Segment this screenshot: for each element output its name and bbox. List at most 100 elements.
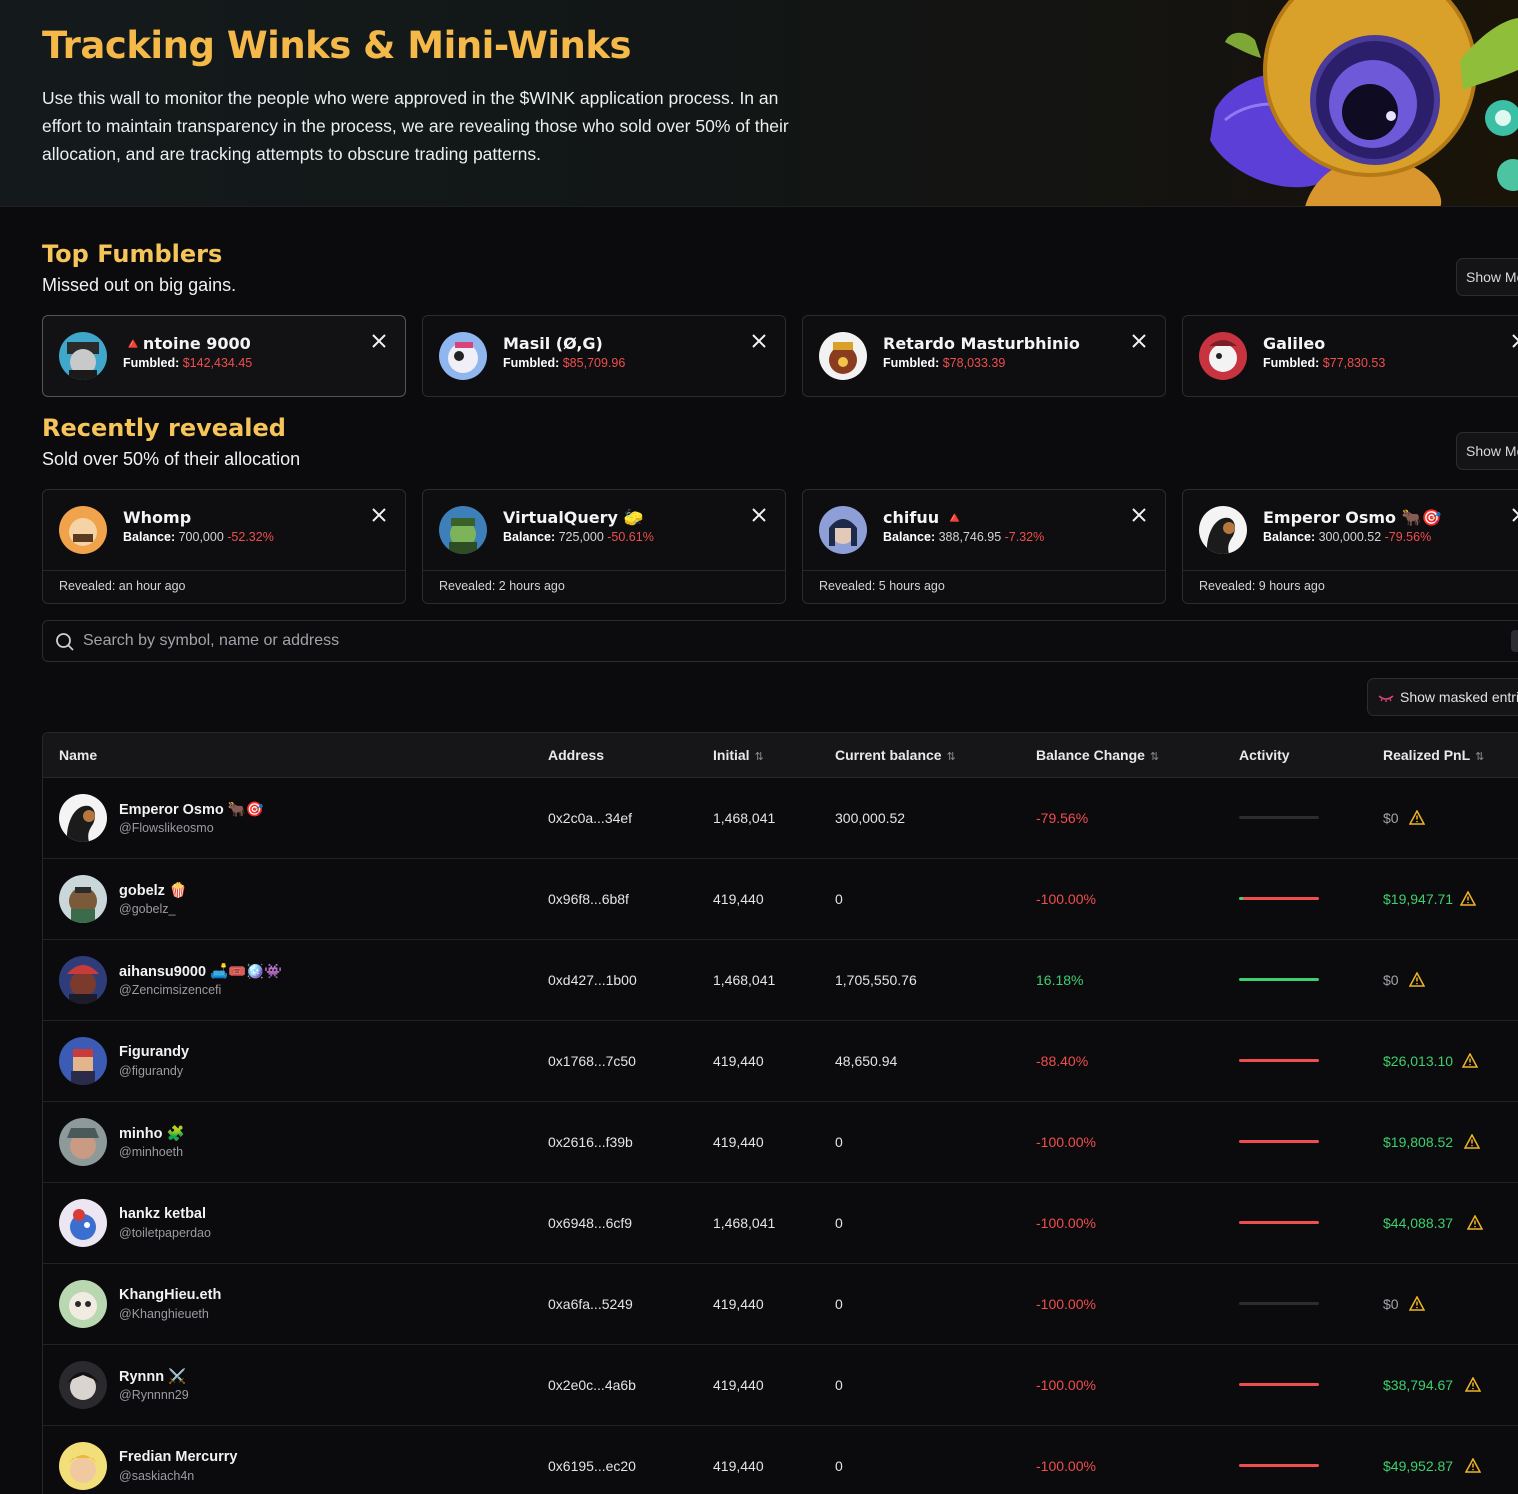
revealed-balance: Balance: 700,000 -52.32% xyxy=(123,530,274,544)
x-twitter-icon[interactable] xyxy=(752,508,766,522)
table-row[interactable]: minho 🧩 @minhoeth 0x2616...f39b 419,440 … xyxy=(43,1102,1518,1183)
row-handle[interactable]: @minhoeth xyxy=(119,1145,183,1159)
recently-revealed-subtitle: Sold over 50% of their allocation xyxy=(42,449,301,469)
row-name[interactable]: gobelz 🍿 xyxy=(119,882,187,899)
avatar xyxy=(1199,332,1247,380)
row-handle[interactable]: @Rynnnn29 xyxy=(119,1388,189,1402)
x-twitter-icon[interactable] xyxy=(372,508,386,522)
row-address[interactable]: 0x2c0a...34ef xyxy=(548,810,632,826)
top-fumblers-show-more-button[interactable]: Show More xyxy=(1456,258,1518,296)
warning-icon[interactable] xyxy=(1467,1215,1483,1230)
warning-icon[interactable] xyxy=(1464,1134,1480,1149)
sort-icon[interactable]: ⇅ xyxy=(1150,750,1159,763)
x-twitter-icon[interactable] xyxy=(1132,334,1146,348)
row-handle[interactable]: @toiletpaperdao xyxy=(119,1226,211,1240)
divider xyxy=(43,570,405,571)
warning-icon[interactable] xyxy=(1460,891,1476,906)
row-initial: 419,440 xyxy=(713,1458,764,1474)
revealed-card[interactable]: Emperor Osmo 🐂🎯 Balance: 300,000.52 -79.… xyxy=(1182,489,1518,604)
row-address[interactable]: 0x6195...ec20 xyxy=(548,1458,636,1474)
row-initial: 1,468,041 xyxy=(713,972,776,988)
row-address[interactable]: 0x6948...6cf9 xyxy=(548,1215,632,1231)
table-row[interactable]: Figurandy @figurandy 0x1768...7c50 419,4… xyxy=(43,1021,1518,1102)
activity-bar xyxy=(1239,1059,1319,1062)
warning-icon[interactable] xyxy=(1462,1053,1478,1068)
avatar xyxy=(59,1361,107,1409)
activity-bar xyxy=(1239,1221,1319,1224)
row-name[interactable]: minho 🧩 xyxy=(119,1125,185,1142)
column-header-realized-pnl[interactable]: Realized PnL ⇅ xyxy=(1383,747,1484,763)
x-twitter-icon[interactable] xyxy=(752,334,766,348)
column-header-activity: Activity xyxy=(1239,747,1290,763)
row-balance-change: 16.18% xyxy=(1036,972,1084,988)
table-row[interactable]: Fredian Mercurry @saskiach4n 0x6195...ec… xyxy=(43,1426,1518,1494)
search-input[interactable] xyxy=(83,621,1483,661)
x-twitter-icon[interactable] xyxy=(1512,508,1518,522)
row-name[interactable]: Emperor Osmo 🐂🎯 xyxy=(119,801,264,818)
fumbler-card[interactable]: Masil (Ø,G) Fumbled: $85,709.96 xyxy=(422,315,786,397)
fumbler-card[interactable]: Retardo Masturbhinio Fumbled: $78,033.39 xyxy=(802,315,1166,397)
row-name[interactable]: hankz ketbal xyxy=(119,1206,206,1222)
avatar xyxy=(819,506,867,554)
row-name[interactable]: Rynnn ⚔️ xyxy=(119,1368,186,1385)
column-header-initial[interactable]: Initial ⇅ xyxy=(713,747,764,763)
row-realized-pnl: $19,808.52 xyxy=(1383,1134,1454,1150)
row-realized-pnl: $19,947.71 xyxy=(1383,891,1454,907)
fumbler-card[interactable]: Galileo Fumbled: $77,830.53 xyxy=(1182,315,1518,397)
row-address[interactable]: 0xd427...1b00 xyxy=(548,972,637,988)
warning-icon[interactable] xyxy=(1465,1377,1481,1392)
show-masked-entries-button[interactable]: Show masked entries xyxy=(1367,678,1518,716)
x-twitter-icon[interactable] xyxy=(1132,508,1146,522)
row-address[interactable]: 0x96f8...6b8f xyxy=(548,891,629,907)
warning-icon[interactable] xyxy=(1409,1296,1425,1311)
warning-icon[interactable] xyxy=(1465,1458,1481,1473)
recently-revealed-show-more-button[interactable]: Show More xyxy=(1456,432,1518,470)
sort-icon[interactable]: ⇅ xyxy=(947,750,956,763)
row-realized-pnl: $26,013.10 xyxy=(1383,1053,1454,1069)
row-name[interactable]: KhangHieu.eth xyxy=(119,1287,221,1303)
avatar xyxy=(59,1118,107,1166)
row-handle[interactable]: @Flowslikeosmo xyxy=(119,821,214,835)
table-row[interactable]: hankz ketbal @toiletpaperdao 0x6948...6c… xyxy=(43,1183,1518,1264)
row-address[interactable]: 0x2e0c...4a6b xyxy=(548,1377,636,1393)
row-handle[interactable]: @figurandy xyxy=(119,1064,183,1078)
table-row[interactable]: Emperor Osmo 🐂🎯 @Flowslikeosmo 0x2c0a...… xyxy=(43,778,1518,859)
row-name[interactable]: aihansu9000 🛋️🎟️🪩👾 xyxy=(119,963,282,980)
revealed-card[interactable]: Whomp Balance: 700,000 -52.32% Revealed:… xyxy=(42,489,406,604)
table-row[interactable]: Rynnn ⚔️ @Rynnnn29 0x2e0c...4a6b 419,440… xyxy=(43,1345,1518,1426)
row-address[interactable]: 0xa6fa...5249 xyxy=(548,1296,633,1312)
row-realized-pnl: $0 xyxy=(1383,972,1399,988)
row-handle[interactable]: @Khanghieueth xyxy=(119,1307,209,1321)
row-current-balance: 1,705,550.76 xyxy=(835,972,917,988)
row-current-balance: 0 xyxy=(835,1296,843,1312)
x-twitter-icon[interactable] xyxy=(1512,334,1518,348)
fumbler-card[interactable]: 🔺ntoine 9000 Fumbled: $142,434.45 xyxy=(42,315,406,397)
row-handle[interactable]: @Zencimsizencefi xyxy=(119,983,221,997)
column-header-current-balance[interactable]: Current balance ⇅ xyxy=(835,747,956,763)
revealed-card[interactable]: chifuu 🔺 Balance: 388,746.95 -7.32% Reve… xyxy=(802,489,1166,604)
fumbler-name: Galileo xyxy=(1263,334,1326,353)
sort-icon[interactable]: ⇅ xyxy=(1475,750,1484,763)
row-handle[interactable]: @gobelz_ xyxy=(119,902,175,916)
row-current-balance: 0 xyxy=(835,1134,843,1150)
column-header-balance-change[interactable]: Balance Change ⇅ xyxy=(1036,747,1159,763)
warning-icon[interactable] xyxy=(1409,972,1425,987)
sort-icon[interactable]: ⇅ xyxy=(755,750,764,763)
row-initial: 419,440 xyxy=(713,1377,764,1393)
avatar xyxy=(59,875,107,923)
revealed-card[interactable]: VirtualQuery 🧽 Balance: 725,000 -50.61% … xyxy=(422,489,786,604)
table-row[interactable]: gobelz 🍿 @gobelz_ 0x96f8...6b8f 419,440 … xyxy=(43,859,1518,940)
x-twitter-icon[interactable] xyxy=(372,334,386,348)
warning-icon[interactable] xyxy=(1409,810,1425,825)
avatar xyxy=(439,332,487,380)
row-name[interactable]: Figurandy xyxy=(119,1044,189,1060)
recently-revealed-title: Recently revealed xyxy=(42,414,286,442)
revealed-name: chifuu 🔺 xyxy=(883,508,965,527)
search-toggle[interactable] xyxy=(1511,630,1518,652)
table-row[interactable]: aihansu9000 🛋️🎟️🪩👾 @Zencimsizencefi 0xd4… xyxy=(43,940,1518,1021)
row-address[interactable]: 0x1768...7c50 xyxy=(548,1053,636,1069)
row-name[interactable]: Fredian Mercurry xyxy=(119,1449,237,1465)
row-handle[interactable]: @saskiach4n xyxy=(119,1469,194,1483)
table-row[interactable]: KhangHieu.eth @Khanghieueth 0xa6fa...524… xyxy=(43,1264,1518,1345)
row-address[interactable]: 0x2616...f39b xyxy=(548,1134,633,1150)
